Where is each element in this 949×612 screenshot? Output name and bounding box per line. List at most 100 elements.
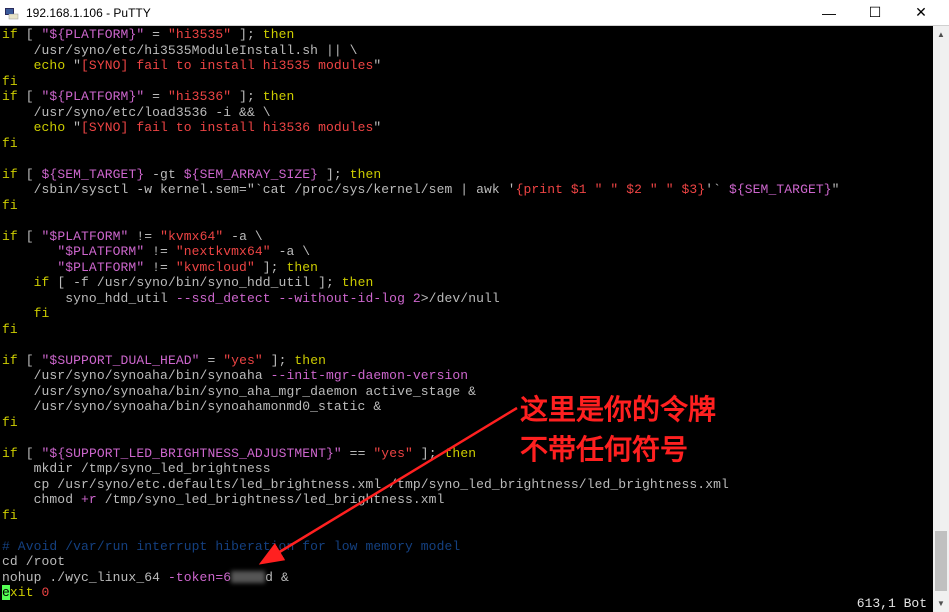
txt: /usr/syno/etc/load3536 -i && \: [2, 105, 271, 120]
window-title: 192.168.1.106 - PuTTY: [26, 6, 806, 20]
txt: ];: [413, 446, 445, 461]
txt: [2, 306, 34, 321]
kw-if: if: [2, 89, 18, 104]
kw-fi: fi: [2, 74, 18, 89]
txt: ==: [342, 446, 374, 461]
txt: ": [65, 58, 81, 73]
txt: cp /usr/syno/etc.defaults/led_brightness…: [2, 477, 729, 492]
txt: '`: [705, 182, 729, 197]
txt: ": [65, 120, 81, 135]
kw-echo: echo: [34, 58, 66, 73]
putty-icon: [4, 5, 20, 21]
txt: ": [832, 182, 840, 197]
txt: !=: [128, 229, 160, 244]
txt: /tmp/syno_led_brightness/led_brightness.…: [97, 492, 445, 507]
str: "hi3535": [168, 27, 231, 42]
txt: ];: [263, 353, 295, 368]
txt: !=: [144, 244, 176, 259]
kw-then: then: [263, 89, 295, 104]
opt: --init-mgr-daemon-version: [271, 368, 469, 383]
txt: [2, 120, 34, 135]
scrollbar-down-button[interactable]: ▼: [933, 595, 949, 612]
var: ${SEM_TARGET}: [42, 167, 145, 182]
num: 0: [42, 585, 50, 600]
kw-echo: echo: [34, 120, 66, 135]
scrollbar-up-button[interactable]: ▲: [933, 26, 949, 43]
str: "yes": [223, 353, 263, 368]
kw-then: then: [350, 167, 382, 182]
txt: [2, 260, 57, 275]
vim-statusbar: 613,1 Bot: [853, 596, 931, 611]
kw-if: if: [2, 27, 18, 42]
txt: d &: [265, 570, 289, 585]
cursor-position: 613,1: [857, 596, 896, 611]
window-titlebar[interactable]: 192.168.1.106 - PuTTY — ☐ ✕: [0, 0, 949, 26]
kw-if: if: [2, 446, 18, 461]
str: [SYNO] fail to install hi3536 modules: [81, 120, 373, 135]
str: "kvmcloud": [176, 260, 255, 275]
close-button[interactable]: ✕: [898, 0, 944, 26]
comment: # Avoid /var/run interrupt hiberation fo…: [2, 539, 460, 554]
kw-then: then: [286, 260, 318, 275]
terminal-output[interactable]: if [ "${PLATFORM}" = "hi3535" ]; then /u…: [0, 26, 949, 612]
txt: [: [18, 446, 42, 461]
txt: =: [200, 353, 224, 368]
kw-then: then: [294, 353, 326, 368]
txt: mkdir /tmp/syno_led_brightness: [2, 461, 271, 476]
kw-exit: xit: [10, 585, 42, 600]
var: ${SEM_ARRAY_SIZE}: [184, 167, 318, 182]
txt: -gt: [144, 167, 184, 182]
txt: >/dev/null: [421, 291, 500, 306]
txt: [2, 58, 34, 73]
str: {print $1 " " $2 " " $3}: [516, 182, 706, 197]
kw-fi: fi: [2, 198, 18, 213]
var: ${SEM_TARGET}: [729, 182, 832, 197]
opt: --ssd_detect --without-id-log 2: [176, 291, 421, 306]
txt: /usr/syno/synoaha/bin/synoaha: [2, 368, 271, 383]
txt: /usr/syno/synoaha/bin/syno_aha_mgr_daemo…: [2, 384, 476, 399]
kw-fi: fi: [2, 508, 18, 523]
kw-if: if: [2, 353, 18, 368]
txt: /usr/syno/synoaha/bin/synoahamonmd0_stat…: [2, 399, 381, 414]
txt: [: [18, 353, 42, 368]
txt: =: [144, 89, 168, 104]
callout-line2: 不带任何符号: [520, 430, 716, 470]
txt: ": [373, 58, 381, 73]
txt: ];: [231, 89, 263, 104]
kw-if: if: [2, 167, 18, 182]
txt: ];: [318, 167, 350, 182]
var: "${SUPPORT_LED_BRIGHTNESS_ADJUSTMENT}": [42, 446, 342, 461]
minimize-button[interactable]: —: [806, 0, 852, 26]
txt: -a \: [223, 229, 263, 244]
scrollbar-thumb[interactable]: [935, 531, 947, 591]
str: "nextkvmx64": [176, 244, 271, 259]
str: "hi3536": [168, 89, 231, 104]
txt: nohup ./wyc_linux_64: [2, 570, 168, 585]
kw-fi: fi: [2, 415, 18, 430]
str: [SYNO] fail to install hi3535 modules: [81, 58, 373, 73]
callout-annotation: 这里是你的令牌 不带任何符号: [520, 390, 716, 470]
var: "${PLATFORM}": [42, 27, 145, 42]
txt: !=: [144, 260, 176, 275]
kw-if: if: [34, 275, 50, 290]
txt: ];: [231, 27, 263, 42]
scrollbar-track[interactable]: [933, 43, 949, 595]
txt: syno_hdd_util: [2, 291, 176, 306]
maximize-button[interactable]: ☐: [852, 0, 898, 26]
txt: chmod: [2, 492, 81, 507]
kw-if: if: [2, 229, 18, 244]
scrollbar[interactable]: ▲ ▼: [933, 26, 949, 612]
scroll-position: Bot: [904, 596, 927, 611]
txt: cd /root: [2, 554, 65, 569]
str: "kvmx64": [160, 229, 223, 244]
txt: /usr/syno/etc/hi3535ModuleInstall.sh || …: [2, 43, 358, 58]
token-blurred: [231, 571, 265, 583]
opt: -token=6: [168, 570, 231, 585]
txt: [2, 275, 34, 290]
txt: ];: [255, 260, 287, 275]
callout-line1: 这里是你的令牌: [520, 390, 716, 430]
txt: [: [18, 167, 42, 182]
txt: [: [18, 27, 42, 42]
kw-fi: fi: [2, 136, 18, 151]
var: "$SUPPORT_DUAL_HEAD": [42, 353, 200, 368]
